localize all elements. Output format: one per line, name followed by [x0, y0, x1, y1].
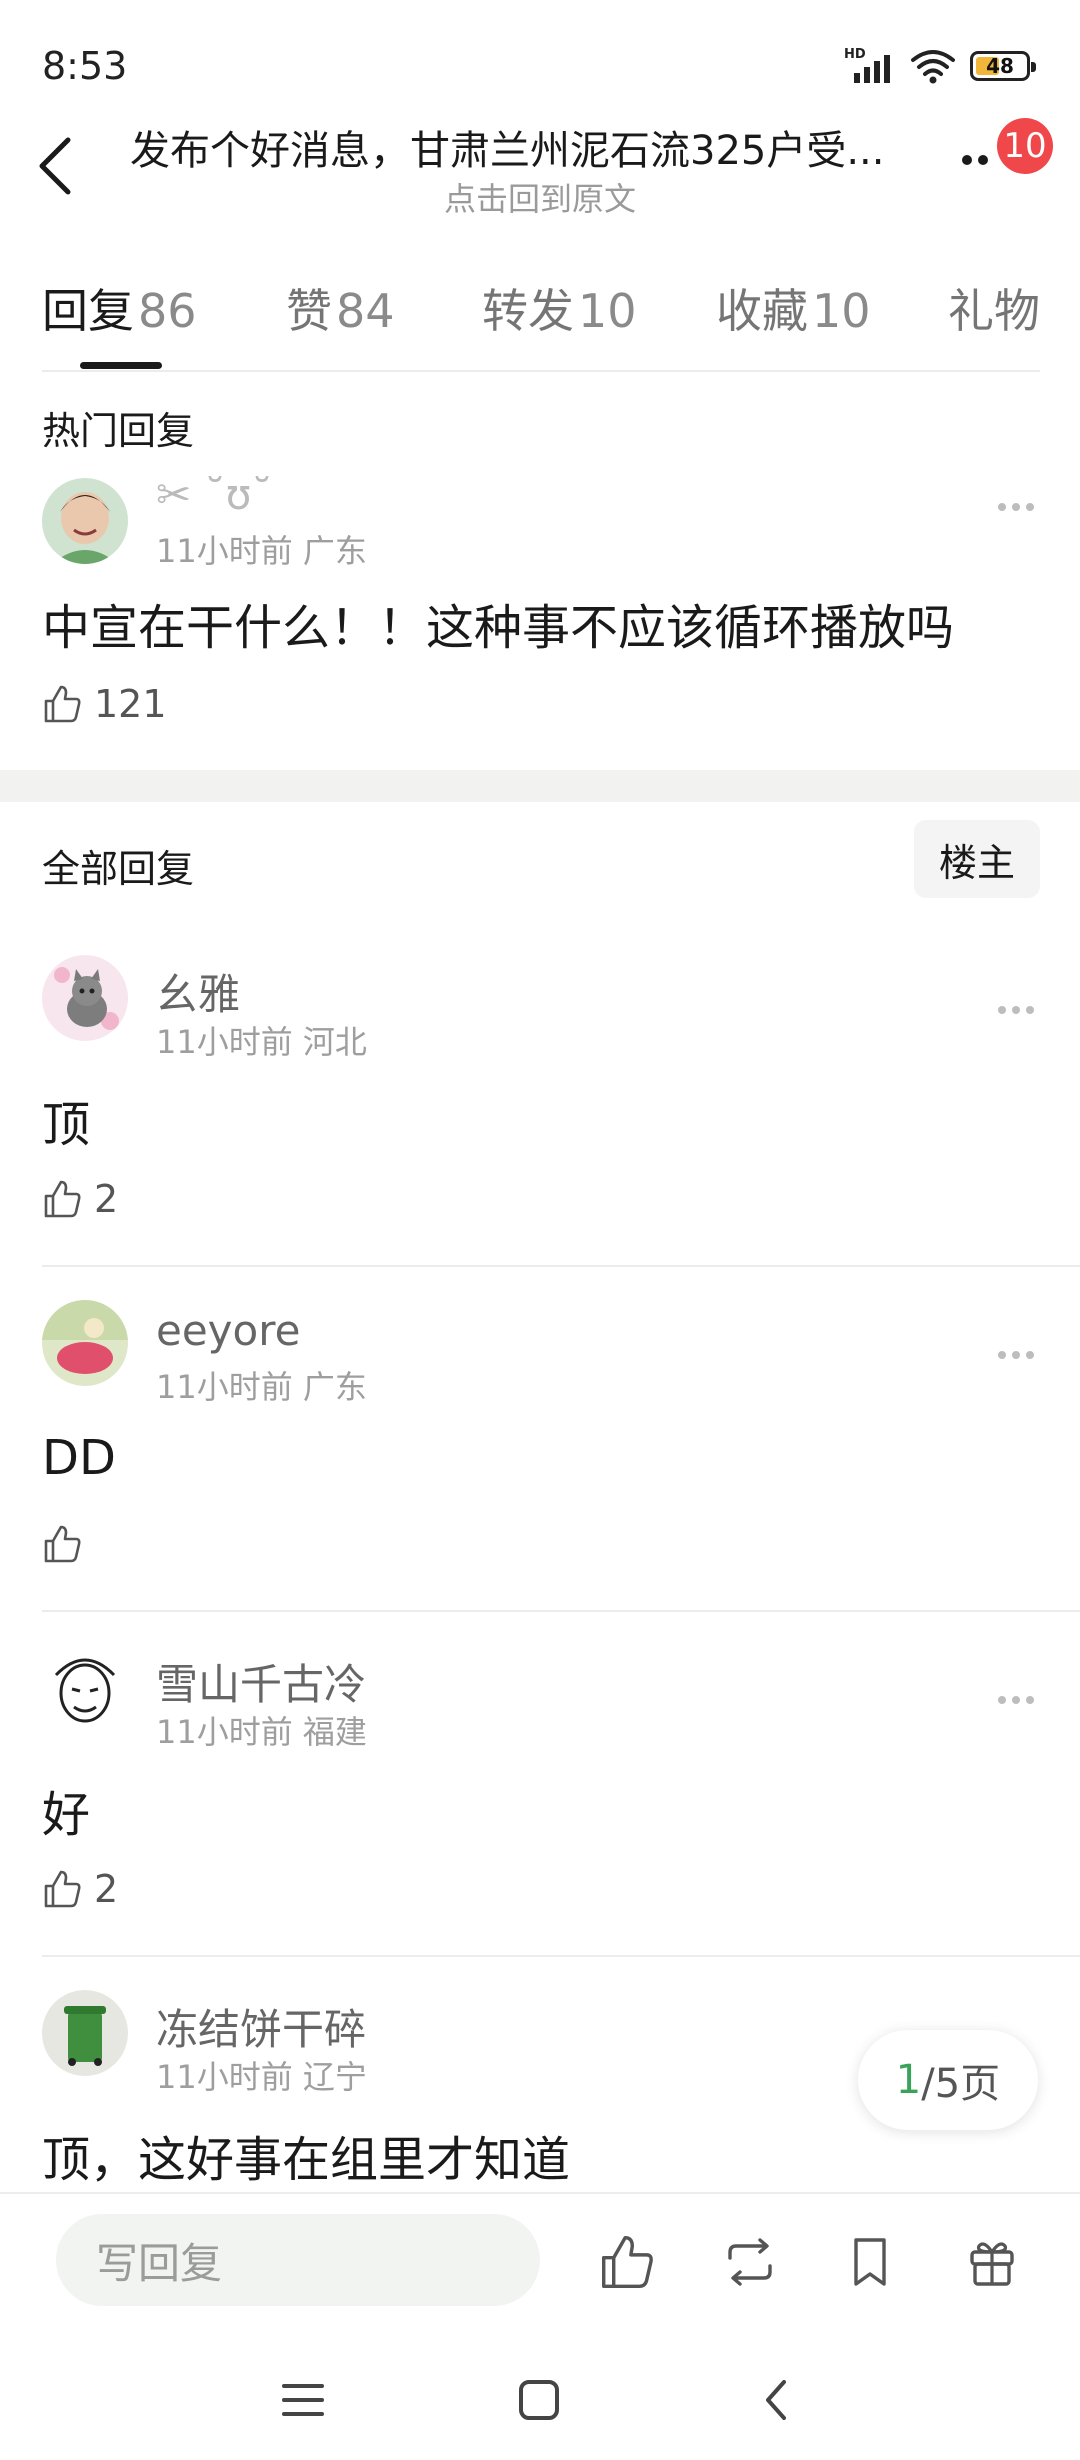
total-pages: /5页: [921, 2061, 1001, 2107]
username[interactable]: eeyore: [156, 1306, 300, 1355]
comment-menu-button[interactable]: [998, 500, 1038, 514]
comment-text: 顶: [42, 1097, 91, 1153]
menu-nav-button[interactable]: [280, 2370, 326, 2430]
hot-replies-title: 热门回复: [42, 409, 195, 453]
current-page: 1: [895, 2057, 922, 2103]
like-button[interactable]: 2: [42, 1867, 118, 1911]
username[interactable]: 冻结饼干碎: [156, 1996, 366, 2057]
tab-reposts[interactable]: 转发10: [482, 275, 637, 341]
thumbs-up-icon: [44, 1525, 81, 1563]
like-count: 2: [94, 1177, 119, 1221]
row-divider: [42, 1955, 1080, 1957]
post-title[interactable]: 发布个好消息，甘肃兰州泥石流325户受...: [130, 118, 930, 176]
username[interactable]: ✂ ˘ʊ˘: [156, 470, 272, 519]
all-replies-title: 全部回复: [42, 847, 195, 891]
avatar[interactable]: [42, 955, 128, 1041]
list-item: 幺雅 11小时前 河北 顶 2: [0, 955, 1080, 1255]
hot-comment: ✂ ˘ʊ˘ 11小时前 广东 中宣在干什么！！这种事不应该循环播放吗 121: [0, 470, 1080, 750]
comment-text: DD: [42, 1430, 116, 1486]
cellular-signal-icon: HD: [844, 47, 896, 85]
comment-text: 中宣在干什么！！这种事不应该循环播放吗: [42, 600, 955, 656]
gift-button[interactable]: [962, 2232, 1022, 2292]
battery-level: 48: [986, 54, 1014, 78]
thumbs-up-icon: [44, 1180, 81, 1218]
tab-gifts[interactable]: 礼物: [948, 275, 1040, 341]
menu-icon: [282, 2384, 324, 2416]
like-button[interactable]: 121: [42, 682, 167, 726]
username[interactable]: 雪山千古冷: [156, 1651, 366, 1712]
section-separator: [0, 770, 1080, 802]
avatar[interactable]: [42, 478, 128, 564]
thumbs-up-icon: [44, 1870, 81, 1908]
comment-text: 好: [42, 1787, 91, 1843]
thumbs-up-icon: [44, 685, 81, 723]
like-post-button[interactable]: [598, 2232, 658, 2292]
tab-likes[interactable]: 赞84: [286, 275, 395, 341]
comment-menu-button[interactable]: [998, 1348, 1038, 1362]
chevron-left-icon: [766, 2380, 786, 2420]
repost-button[interactable]: [720, 2232, 780, 2292]
tab-replies[interactable]: 回复86: [42, 275, 197, 341]
like-count: 121: [94, 682, 167, 726]
active-tab-indicator: [80, 362, 162, 369]
thumbs-up-icon: [602, 2236, 653, 2288]
bookmark-icon: [854, 2238, 886, 2286]
owner-only-button[interactable]: 楼主: [914, 820, 1040, 898]
notification-badge[interactable]: 10: [997, 118, 1053, 174]
comment-meta: 11小时前 辽宁: [156, 2058, 367, 2096]
home-square-icon: [519, 2380, 559, 2420]
comment-meta: 11小时前 广东: [156, 1368, 367, 1406]
comment-meta: 11小时前 河北: [156, 1023, 367, 1061]
gift-icon: [970, 2242, 1014, 2286]
reply-input[interactable]: 写回复: [56, 2214, 540, 2306]
username[interactable]: 幺雅: [156, 961, 240, 1022]
comment-menu-button[interactable]: [998, 1693, 1038, 1707]
status-icons: HD 48: [844, 46, 1036, 86]
repost-icon: [728, 2238, 772, 2286]
like-count: 2: [94, 1867, 119, 1911]
tab-favorites[interactable]: 收藏10: [716, 275, 871, 341]
like-button[interactable]: 2: [42, 1177, 118, 1221]
comment-meta: 11小时前 福建: [156, 1713, 367, 1751]
tabs-divider: [42, 370, 1040, 372]
avatar[interactable]: [42, 1300, 128, 1386]
list-item: 雪山千古冷 11小时前 福建 好 2: [0, 1645, 1080, 1945]
bookmark-button[interactable]: [840, 2232, 900, 2292]
list-item: eeyore 11小时前 广东 DD: [0, 1300, 1080, 1600]
status-time: 8:53: [42, 44, 128, 88]
comment-text: 顶，这好事在组里才知道: [42, 2132, 571, 2188]
like-button[interactable]: [42, 1522, 94, 1566]
back-to-original-link[interactable]: 点击回到原文: [0, 174, 1080, 220]
avatar[interactable]: [42, 1645, 128, 1731]
battery-icon: 48: [970, 51, 1036, 81]
comment-meta: 11小时前 广东: [156, 532, 367, 570]
home-nav-button[interactable]: [514, 2370, 564, 2430]
avatar[interactable]: [42, 1990, 128, 2076]
comment-menu-button[interactable]: [998, 1003, 1038, 1017]
more-options-button[interactable]: [962, 150, 1002, 170]
page-indicator[interactable]: 1/5页: [858, 2030, 1038, 2130]
back-nav-button[interactable]: [756, 2370, 796, 2430]
row-divider: [42, 1265, 1080, 1267]
wifi-icon: [911, 50, 955, 84]
tabs-bar: 回复86 赞84 转发10 收藏10 礼物: [42, 275, 1042, 345]
row-divider: [42, 1610, 1080, 1612]
